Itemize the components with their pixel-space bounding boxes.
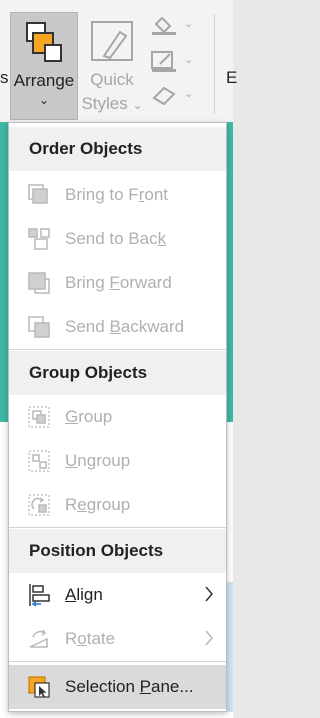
arrange-icon <box>26 22 62 62</box>
menu-item-send-to-back[interactable]: Send to Back <box>9 217 226 261</box>
menu-item-group[interactable]: Group <box>9 395 226 439</box>
chevron-down-icon: ⌄ <box>184 18 194 30</box>
section-header-order: Order Objects <box>9 127 226 171</box>
section-header-group: Group Objects <box>9 351 226 395</box>
send-to-back-icon <box>28 228 50 250</box>
quick-styles-button[interactable]: Quick Styles ⌄ <box>78 68 146 117</box>
bring-forward-icon <box>28 272 50 294</box>
paint-bucket-icon <box>152 16 176 35</box>
menu-item-ungroup[interactable]: Ungroup <box>9 439 226 483</box>
section-header-position: Position Objects <box>9 529 226 573</box>
ribbon: s Arrange ⌄ Quick Styles ⌄ ⌄ ⌄ ⌄ E <box>0 0 237 122</box>
rotate-icon <box>29 629 48 648</box>
shape-fill-button[interactable]: ⌄ <box>150 14 198 36</box>
chevron-right-icon <box>205 586 213 602</box>
shape-effects-button[interactable]: ⌄ <box>150 84 198 106</box>
quick-styles-label-2: Styles ⌄ <box>81 94 143 113</box>
group-icon <box>28 406 50 428</box>
chevron-down-icon: ⌄ <box>184 88 194 100</box>
send-backward-icon <box>28 316 50 338</box>
selection-pane-icon <box>28 676 50 698</box>
quick-styles-icon <box>91 21 133 61</box>
eraser-icon <box>152 86 176 106</box>
chevron-down-icon: ⌄ <box>38 93 50 107</box>
pencil-icon <box>151 51 176 72</box>
arrange-button[interactable]: Arrange ⌄ <box>10 12 78 120</box>
menu-separator <box>9 527 226 528</box>
menu-item-send-backward[interactable]: Send Backward <box>9 305 226 349</box>
align-icon <box>29 584 50 607</box>
menu-item-rotate[interactable]: Rotate <box>9 617 226 661</box>
arrange-dropdown-menu: Order Objects Bring to Front Send to Bac… <box>8 122 227 712</box>
menu-item-bring-to-front[interactable]: Bring to Front <box>9 173 226 217</box>
chevron-down-icon: ⌄ <box>184 54 194 66</box>
arrange-label: Arrange <box>13 71 75 90</box>
menu-item-regroup[interactable]: Regroup <box>9 483 226 527</box>
ribbon-partial-label-left: s <box>0 68 9 87</box>
ungroup-icon <box>28 450 50 472</box>
menu-item-bring-forward[interactable]: Bring Forward <box>9 261 226 305</box>
regroup-icon <box>28 494 50 516</box>
chevron-right-icon <box>205 630 213 646</box>
bring-to-front-icon <box>28 184 48 204</box>
shape-outline-button[interactable]: ⌄ <box>150 50 198 72</box>
menu-item-selection-pane[interactable]: Selection Pane... <box>9 665 226 709</box>
quick-styles-label-1: Quick <box>90 70 134 89</box>
ribbon-separator <box>214 14 215 114</box>
menu-separator <box>9 349 226 350</box>
ribbon-partial-label-right: E <box>226 68 238 87</box>
menu-separator <box>9 661 226 662</box>
menu-item-align[interactable]: Align <box>9 573 226 617</box>
